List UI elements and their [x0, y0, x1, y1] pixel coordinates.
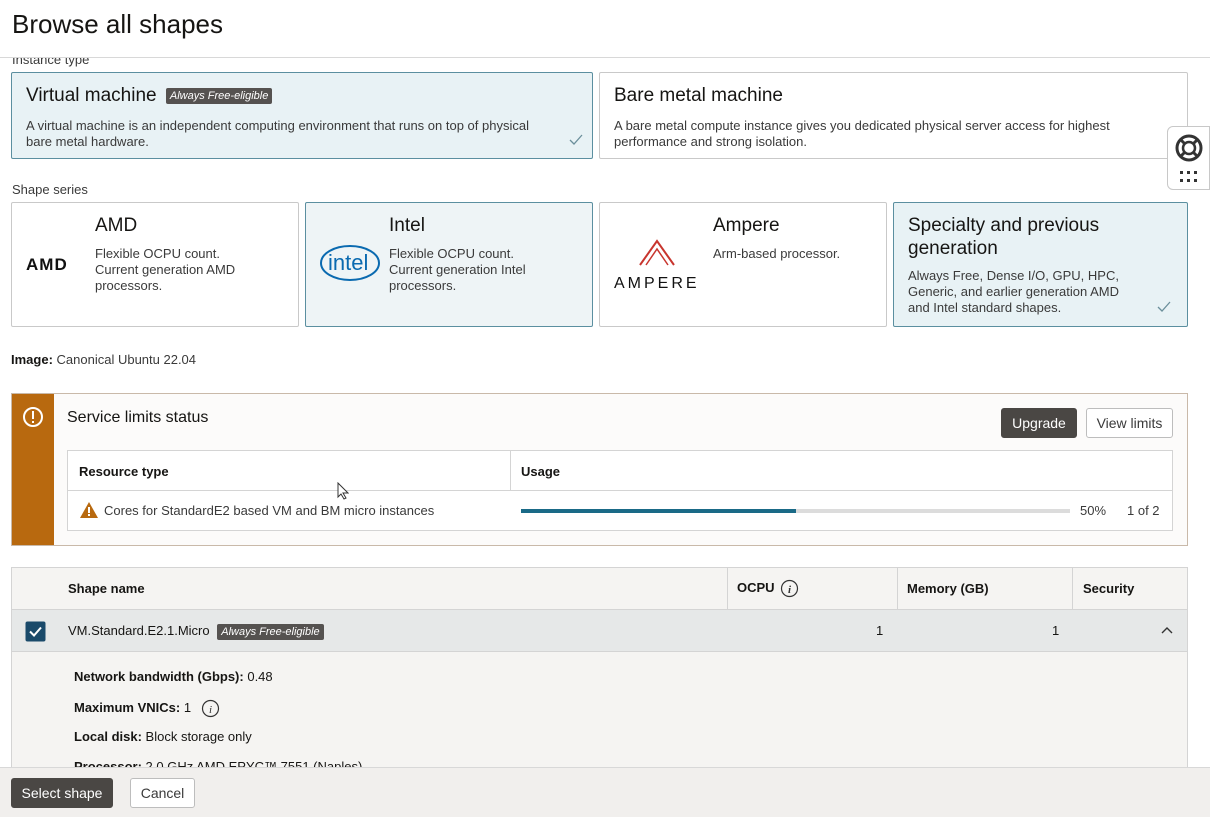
grid-apps-icon[interactable]	[1179, 170, 1199, 184]
view-limits-button[interactable]: View limits	[1086, 408, 1173, 438]
shape-series-ampere-card[interactable]: AMPERE Ampere Arm-based processor.	[599, 202, 887, 327]
usage-progress-fill	[521, 509, 796, 513]
card-description: Arm-based processor.	[713, 246, 841, 261]
amd-logo: AMD	[26, 255, 68, 274]
always-free-badge: Always Free-eligible	[217, 623, 324, 640]
card-description: Flexible OCPU count. Current generation …	[389, 246, 526, 293]
shape-series-specialty-card[interactable]: Specialty and previous generation Always…	[893, 202, 1188, 327]
table-header-row: Shape name OCPU i Memory (GB) Security	[12, 568, 1187, 610]
service-limits-panel: Service limits status Upgrade View limit…	[11, 393, 1188, 546]
detail-local-disk: Local disk: Block storage only	[74, 729, 252, 744]
column-header-shape-name[interactable]: Shape name	[68, 581, 145, 596]
ampere-logo-icon	[639, 239, 675, 266]
detail-network-bandwidth: Network bandwidth (Gbps): 0.48	[74, 669, 273, 684]
table-row[interactable]: VM.Standard.E2.1.Micro Always Free-eligi…	[12, 610, 1187, 652]
exclamation-circle-icon	[23, 407, 43, 427]
warning-stripe	[12, 394, 54, 545]
warning-triangle-icon	[80, 502, 98, 518]
shape-series-label: Shape series	[12, 182, 88, 197]
card-title: Virtual machine Always Free-eligible	[26, 85, 273, 107]
column-header-ocpu[interactable]: OCPU i	[737, 579, 799, 598]
detail-max-vnics: Maximum VNICs: 1 i	[74, 699, 220, 718]
column-header-resource-type: Resource type	[79, 464, 169, 479]
info-icon[interactable]: i	[201, 699, 220, 718]
chevron-up-icon[interactable]	[1161, 626, 1173, 634]
intel-logo: intel	[319, 243, 381, 283]
card-description: Flexible OCPU count. Current generation …	[95, 246, 236, 293]
card-description: Always Free, Dense I/O, GPU, HPC, Generi…	[908, 268, 1120, 315]
column-header-usage: Usage	[521, 464, 561, 479]
column-divider	[897, 568, 898, 610]
card-description: A bare metal compute instance gives you …	[614, 118, 1110, 149]
card-title: Intel	[389, 215, 425, 236]
usage-count: 1 of 2	[1127, 503, 1160, 518]
upgrade-button[interactable]: Upgrade	[1001, 408, 1077, 438]
checkmark-icon	[1157, 301, 1171, 312]
checkmark-icon	[569, 134, 583, 145]
shape-series-intel-card[interactable]: intel Intel Flexible OCPU count. Current…	[305, 202, 593, 327]
card-title: Bare metal machine	[614, 85, 783, 106]
ampere-logo-text: AMPERE	[614, 275, 700, 292]
card-title: Ampere	[713, 215, 780, 236]
instance-type-label: Instance type	[12, 58, 90, 67]
service-limits-table: Resource type Usage Cores for StandardE2…	[67, 450, 1173, 531]
instance-type-bare-metal-card[interactable]: Bare metal machine A bare metal compute …	[599, 72, 1188, 159]
select-shape-button[interactable]: Select shape	[11, 778, 113, 808]
help-widget[interactable]	[1167, 126, 1210, 190]
page-title: Browse all shapes	[12, 9, 223, 39]
lifebuoy-icon[interactable]	[1174, 133, 1204, 163]
column-header-memory[interactable]: Memory (GB)	[907, 581, 989, 596]
column-header-security[interactable]: Security	[1083, 581, 1134, 596]
row-checkbox[interactable]	[25, 621, 46, 642]
footer-bar: Select shape Cancel	[0, 767, 1210, 817]
page-header: Browse all shapes	[0, 0, 1210, 58]
svg-text:i: i	[788, 584, 792, 596]
usage-progress-bar	[521, 509, 1070, 513]
card-description: A virtual machine is an independent comp…	[26, 118, 529, 149]
table-header-row: Resource type Usage	[68, 451, 1172, 491]
table-row: Cores for StandardE2 based VM and BM mic…	[68, 491, 1172, 531]
memory-cell: 1	[1052, 623, 1060, 638]
svg-text:i: i	[209, 704, 212, 716]
resource-type-cell: Cores for StandardE2 based VM and BM mic…	[104, 503, 435, 518]
card-title: AMD	[95, 215, 138, 236]
detail-processor: Processor: 2.0 GHz AMD EPYC™ 7551 (Naple…	[74, 759, 363, 767]
instance-type-virtual-machine-card[interactable]: Virtual machine Always Free-eligible A v…	[11, 72, 593, 159]
cancel-button[interactable]: Cancel	[130, 778, 195, 808]
column-divider	[510, 451, 511, 491]
service-limits-title: Service limits status	[67, 409, 209, 426]
panel-content: Instance type Virtual machine Always Fre…	[0, 58, 1210, 767]
always-free-badge: Always Free-eligible	[165, 87, 273, 104]
column-divider	[1072, 568, 1073, 610]
shapes-table: Shape name OCPU i Memory (GB) Security V…	[11, 567, 1188, 767]
shape-name-cell: VM.Standard.E2.1.Micro Always Free-eligi…	[68, 623, 324, 640]
column-divider	[727, 568, 728, 610]
ocpu-cell: 1	[876, 623, 884, 638]
image-info: Image: Canonical Ubuntu 22.04	[11, 352, 197, 367]
shape-series-amd-card[interactable]: AMD AMD Flexible OCPU count. Current gen…	[11, 202, 299, 327]
card-title: Specialty and previous generation	[908, 215, 1100, 259]
mouse-cursor-icon	[337, 482, 349, 500]
usage-percent: 50%	[1080, 503, 1107, 518]
info-icon[interactable]: i	[780, 579, 799, 598]
